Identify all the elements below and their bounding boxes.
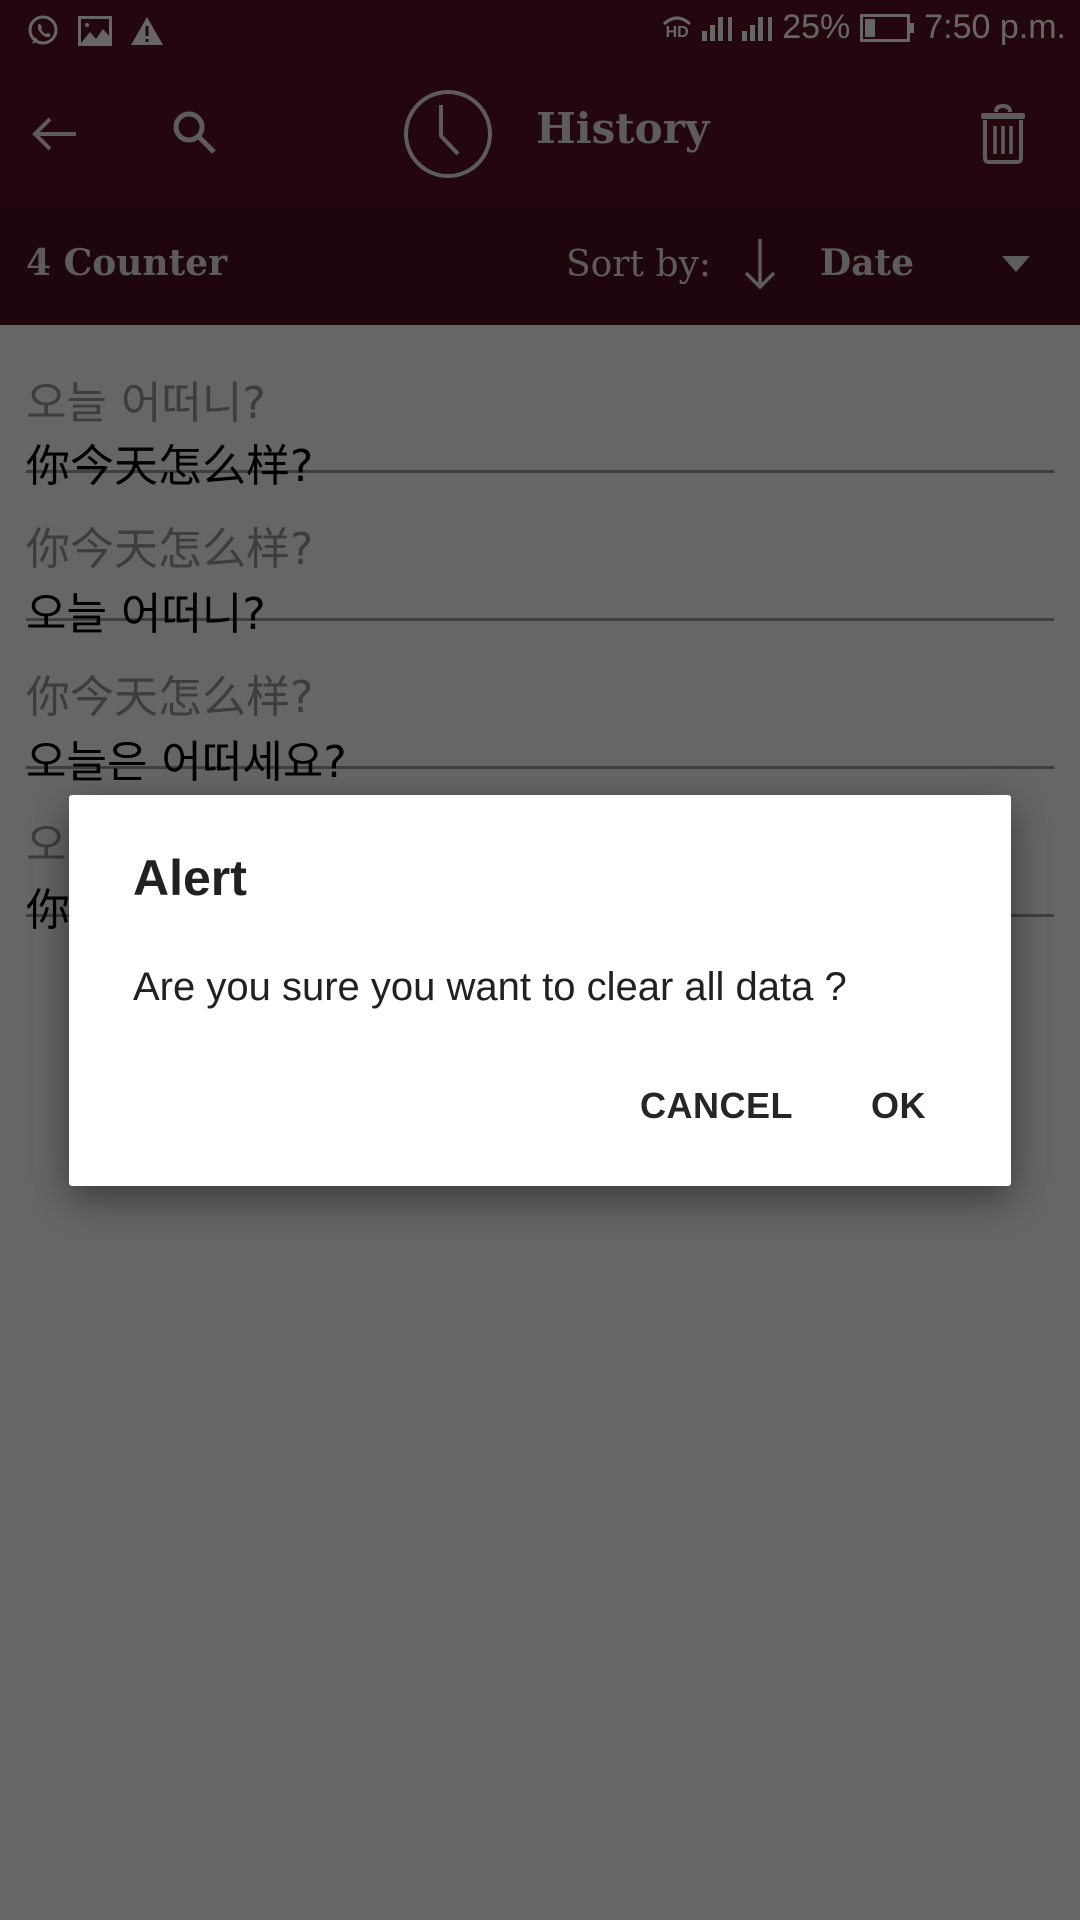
ok-button[interactable]: OK [871,1085,926,1127]
dialog-message: Are you sure you want to clear all data … [133,965,847,1009]
cancel-button[interactable]: CANCEL [640,1085,793,1127]
alert-dialog: Alert Are you sure you want to clear all… [69,795,1011,1186]
dialog-title: Alert [133,850,247,906]
